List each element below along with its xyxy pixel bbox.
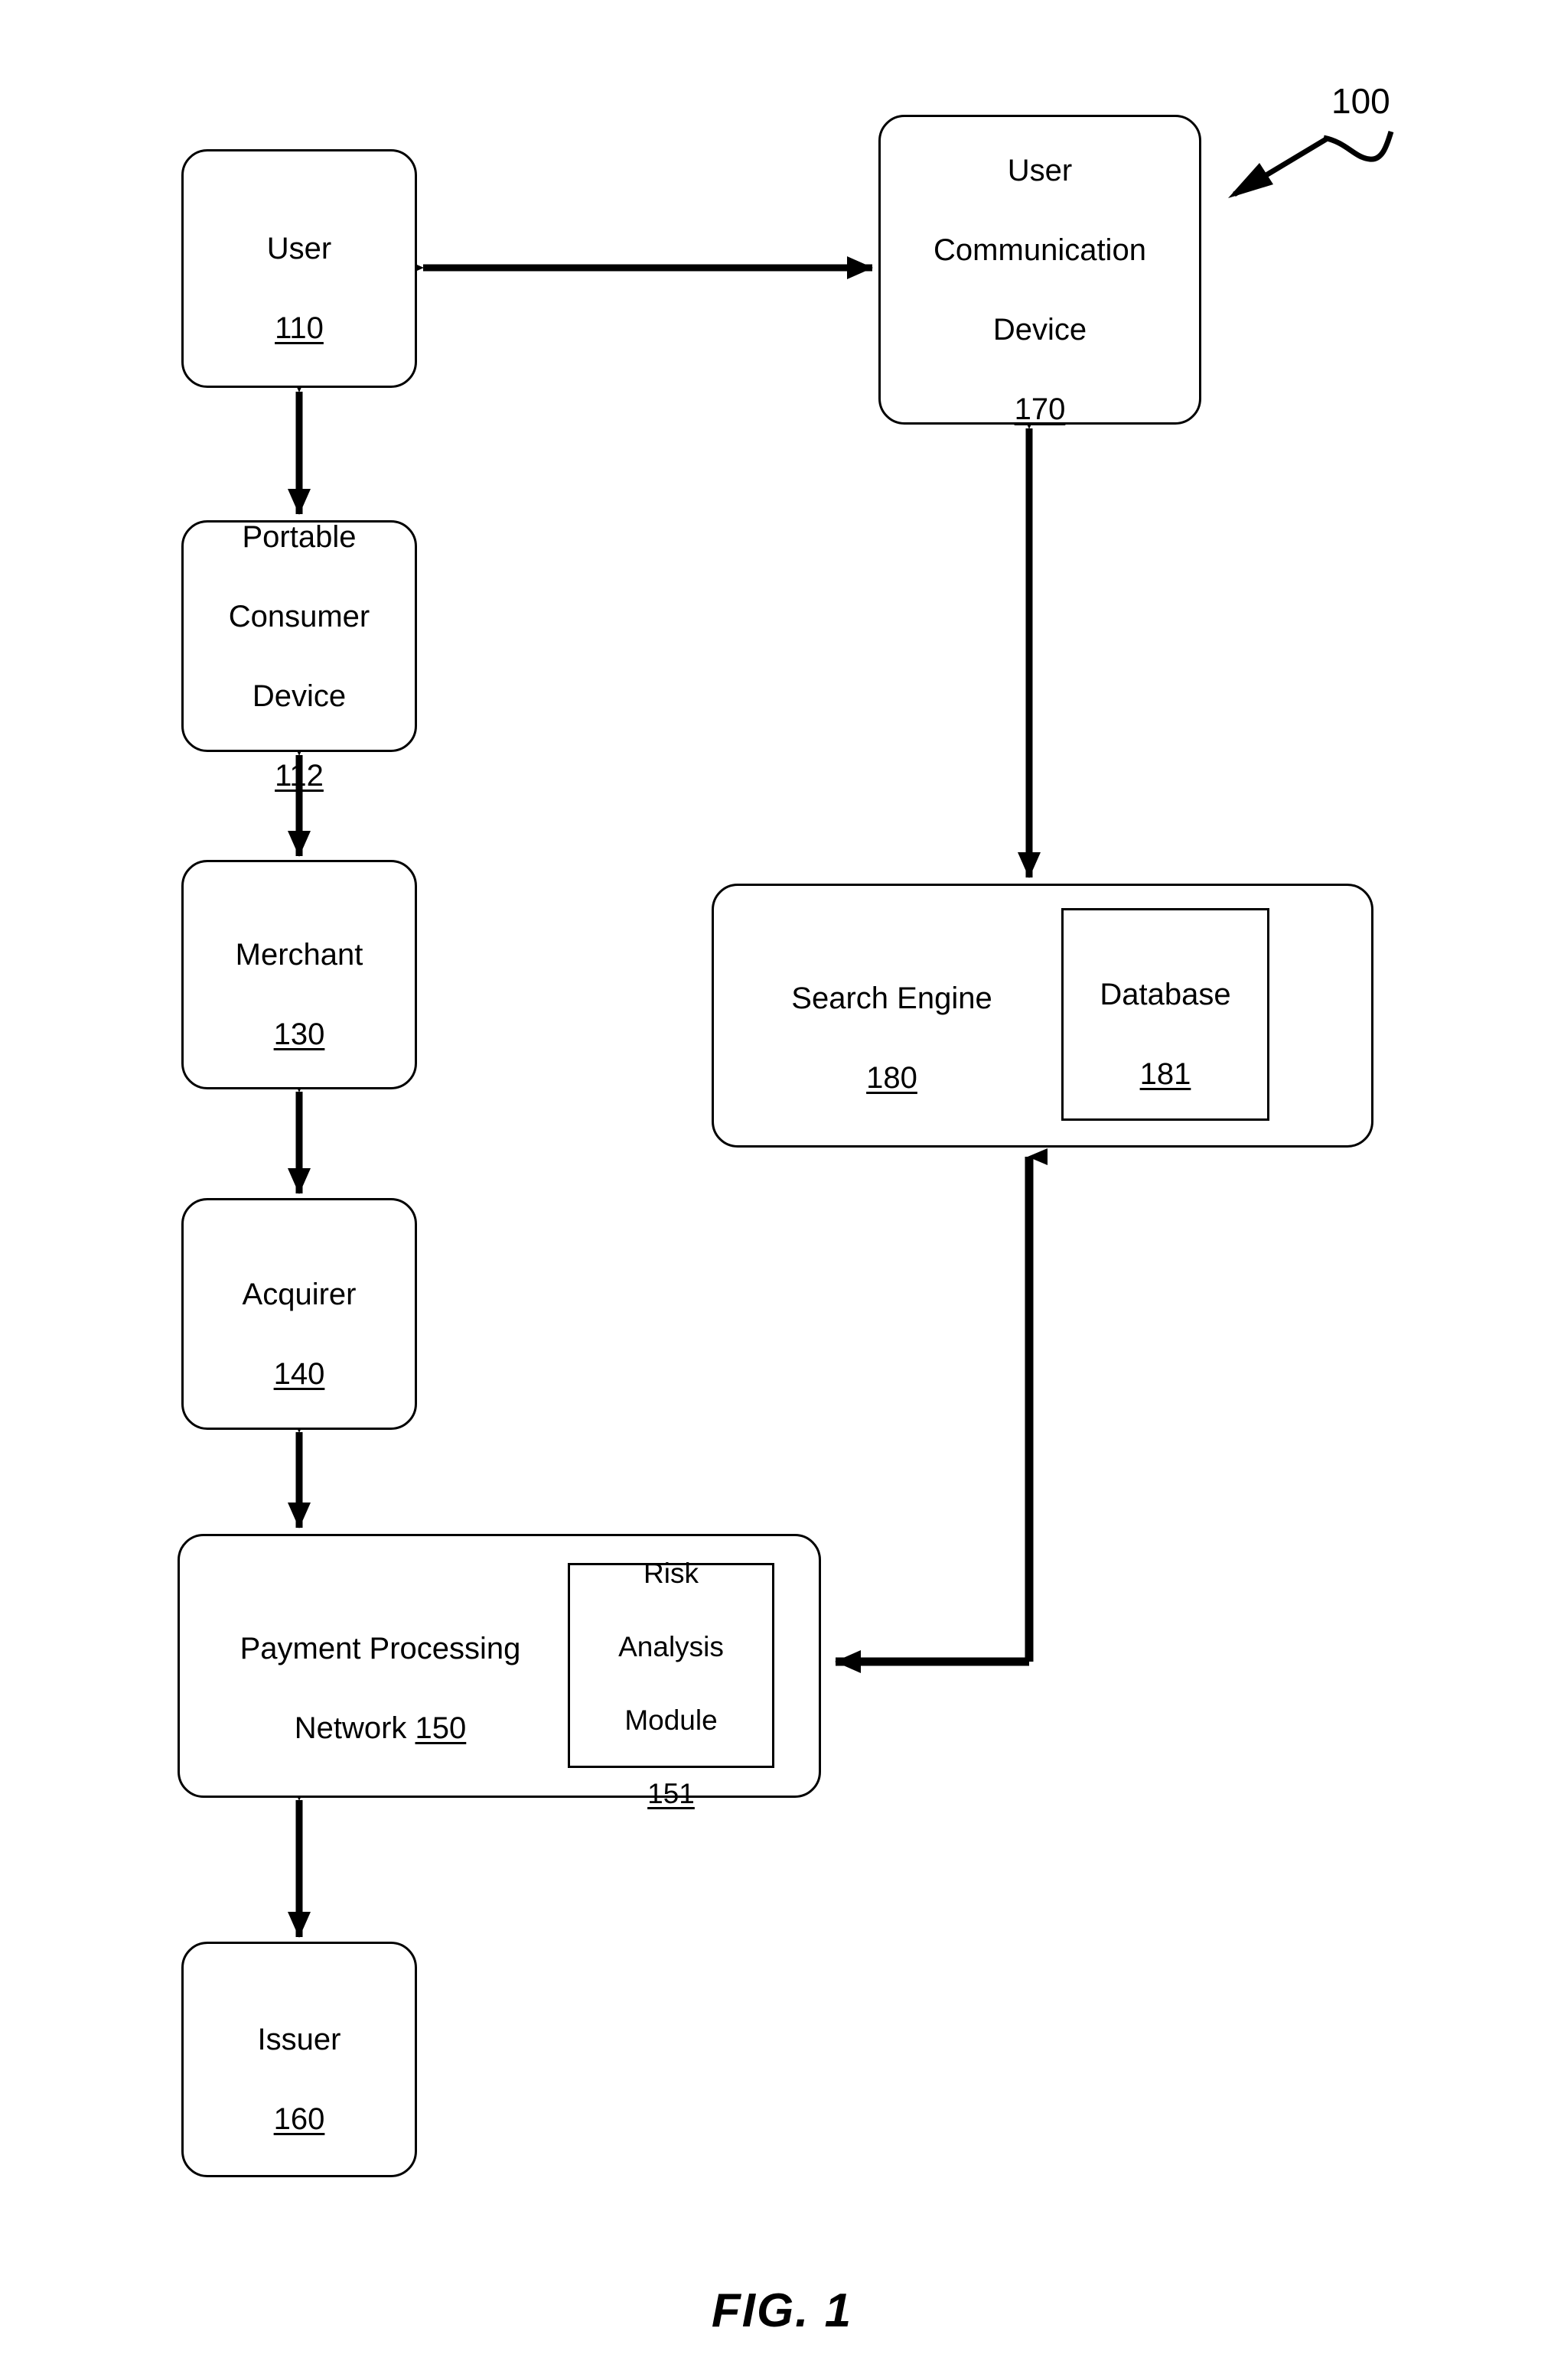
node-payment-processing-network-text: Payment Processing Network 150 bbox=[189, 1536, 572, 1800]
node-issuer[interactable]: Issuer 160 bbox=[181, 1942, 417, 2177]
node-portable-consumer-device-label-line3: Device bbox=[252, 679, 347, 713]
node-risk-analysis-module-text: Risk Analysis Module 151 bbox=[612, 1519, 730, 1813]
patent-figure-1: User 110 Portable Consumer Device 112 Me… bbox=[0, 0, 1564, 2380]
node-risk-analysis-module-ref: 151 bbox=[647, 1778, 695, 1810]
node-portable-consumer-device-text: Portable Consumer Device 112 bbox=[223, 477, 376, 796]
node-search-engine-ref: 180 bbox=[866, 1060, 917, 1095]
node-user-text: User 110 bbox=[261, 189, 337, 348]
connector-search-engine-to-payment-processing-network bbox=[835, 1148, 1048, 1673]
node-user[interactable]: User 110 bbox=[181, 149, 417, 388]
node-portable-consumer-device-label-line2: Consumer bbox=[228, 599, 370, 633]
node-search-engine[interactable]: Search Engine 180 bbox=[712, 884, 1373, 1148]
node-risk-analysis-module[interactable]: Risk Analysis Module 151 bbox=[568, 1558, 774, 1809]
node-portable-consumer-device-label-line1: Portable bbox=[242, 519, 357, 554]
node-search-engine-text: Search Engine 180 bbox=[722, 886, 1062, 1150]
node-database-label: Database bbox=[1100, 978, 1231, 1011]
node-portable-consumer-device-ref: 112 bbox=[275, 758, 324, 793]
node-acquirer-text: Acquirer 140 bbox=[236, 1235, 363, 1394]
node-user-communication-device-label-line2: Communication bbox=[934, 233, 1146, 267]
node-merchant-text: Merchant 130 bbox=[230, 895, 370, 1054]
figure-caption: FIG. 1 bbox=[711, 2284, 853, 2337]
system-reference-numeral: 100 bbox=[1331, 81, 1390, 121]
node-merchant-label: Merchant bbox=[235, 938, 363, 972]
node-merchant[interactable]: Merchant 130 bbox=[181, 860, 417, 1089]
node-portable-consumer-device[interactable]: Portable Consumer Device 112 bbox=[181, 520, 417, 793]
node-issuer-text: Issuer 160 bbox=[252, 1980, 347, 2139]
node-merchant-ref: 130 bbox=[273, 1017, 325, 1051]
node-user-communication-device-label-line1: User bbox=[1007, 153, 1073, 187]
node-risk-analysis-module-label-line1: Risk bbox=[644, 1557, 699, 1589]
node-database[interactable]: Database 181 bbox=[1061, 908, 1269, 1121]
node-acquirer-label: Acquirer bbox=[242, 1277, 357, 1311]
node-user-communication-device-ref: 170 bbox=[1014, 392, 1066, 426]
node-database-text: Database 181 bbox=[1093, 935, 1237, 1094]
node-payment-processing-network-label-line2: Network bbox=[294, 1711, 415, 1745]
node-search-engine-label: Search Engine bbox=[791, 981, 992, 1015]
system-reference-leader-line bbox=[1228, 130, 1394, 198]
node-user-communication-device[interactable]: User Communication Device 170 bbox=[878, 115, 1201, 426]
node-database-ref: 181 bbox=[1139, 1057, 1191, 1091]
node-issuer-ref: 160 bbox=[273, 2102, 325, 2136]
node-user-label: User bbox=[266, 232, 332, 265]
node-payment-processing-network-label-line1: Payment Processing bbox=[239, 1631, 521, 1665]
node-user-communication-device-label-line3: Device bbox=[992, 312, 1087, 347]
node-acquirer-ref: 140 bbox=[273, 1356, 325, 1391]
node-user-communication-device-text: User Communication Device 170 bbox=[927, 111, 1152, 429]
node-risk-analysis-module-label-line3: Module bbox=[624, 1704, 718, 1737]
node-risk-analysis-module-label-line2: Analysis bbox=[618, 1630, 724, 1662]
node-acquirer[interactable]: Acquirer 140 bbox=[181, 1198, 417, 1430]
node-issuer-label: Issuer bbox=[257, 2023, 341, 2056]
node-user-ref: 110 bbox=[275, 311, 324, 345]
node-payment-processing-network-ref: 150 bbox=[415, 1711, 467, 1745]
